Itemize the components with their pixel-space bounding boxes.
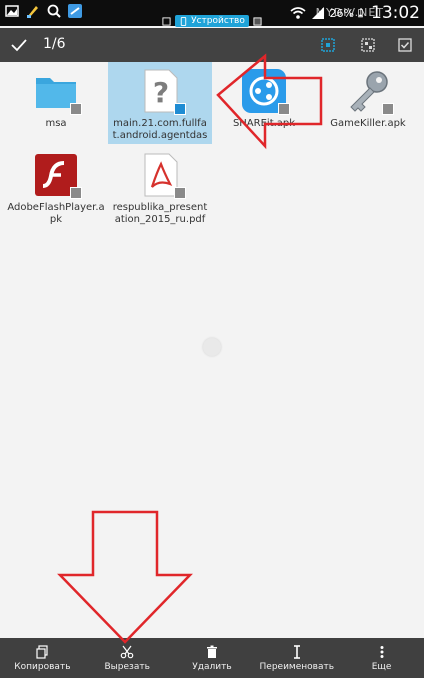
storage-location-label: Устройство xyxy=(191,16,245,26)
rename-button[interactable]: Переименовать xyxy=(254,638,339,678)
delete-button[interactable]: Удалить xyxy=(170,638,255,678)
item-checkbox[interactable] xyxy=(70,187,82,199)
home-icon[interactable] xyxy=(162,16,171,26)
selection-count: 1/6 xyxy=(43,36,66,52)
file-item-main-obb[interactable]: ? main.21.com.fullfat.android.agentdas xyxy=(108,62,212,144)
select-all-icon[interactable] xyxy=(397,37,413,53)
select-area-icon[interactable] xyxy=(320,37,336,53)
cut-label: Вырезать xyxy=(104,661,150,672)
file-name: main.21.com.fullfat.android.agentdas xyxy=(112,118,208,141)
file-name: AdobeFlashPlayer.apk xyxy=(7,202,105,225)
more-vertical-icon xyxy=(380,645,384,658)
rename-label: Переименовать xyxy=(259,661,335,672)
storage-location-chip[interactable]: Устройство xyxy=(175,15,249,27)
item-checkbox[interactable] xyxy=(278,103,290,115)
trash-icon xyxy=(206,645,217,658)
item-checkbox[interactable] xyxy=(70,103,82,115)
cut-button[interactable]: Вырезать xyxy=(85,638,170,678)
location-bar: Устройство xyxy=(0,14,424,28)
file-name: msa xyxy=(45,118,67,129)
done-check-icon[interactable] xyxy=(10,36,28,54)
file-item-flash-player[interactable]: AdobeFlashPlayer.apk xyxy=(4,146,108,226)
more-label: Еще xyxy=(371,661,392,672)
file-item-gamekiller[interactable]: GameKiller.apk xyxy=(316,62,420,138)
file-item-msa[interactable]: msa xyxy=(4,62,108,138)
copy-icon xyxy=(36,644,48,659)
loading-spinner xyxy=(203,338,221,356)
item-checkbox[interactable] xyxy=(174,187,186,199)
svg-text:?: ? xyxy=(153,76,169,109)
scissors-icon xyxy=(120,645,134,658)
text-cursor-icon xyxy=(293,644,300,659)
selection-action-bar: 1/6 xyxy=(0,28,424,62)
file-name: SHAREit.apk xyxy=(232,118,296,129)
file-item-shareit[interactable]: SHAREit.apk xyxy=(212,62,316,138)
copy-label: Копировать xyxy=(14,661,71,672)
file-name: respublika_presentation_2015_ru.pdf xyxy=(112,202,208,225)
item-checkbox[interactable] xyxy=(382,103,394,115)
file-name: GameKiller.apk xyxy=(330,118,406,129)
phone-icon xyxy=(180,16,187,26)
file-grid: msa ? main.21.com.fullfat.android.agentd… xyxy=(0,62,424,638)
more-button[interactable]: Еще xyxy=(339,638,424,678)
file-item-pdf[interactable]: respublika_presentation_2015_ru.pdf xyxy=(108,146,212,226)
select-range-icon[interactable] xyxy=(360,37,376,53)
copy-button[interactable]: Копировать xyxy=(0,638,85,678)
delete-label: Удалить xyxy=(192,661,232,672)
bottom-action-bar: Копировать Вырезать Удалить Переименоват… xyxy=(0,638,424,678)
item-checkbox-checked[interactable] xyxy=(174,103,186,115)
tab-icon[interactable] xyxy=(253,16,262,26)
